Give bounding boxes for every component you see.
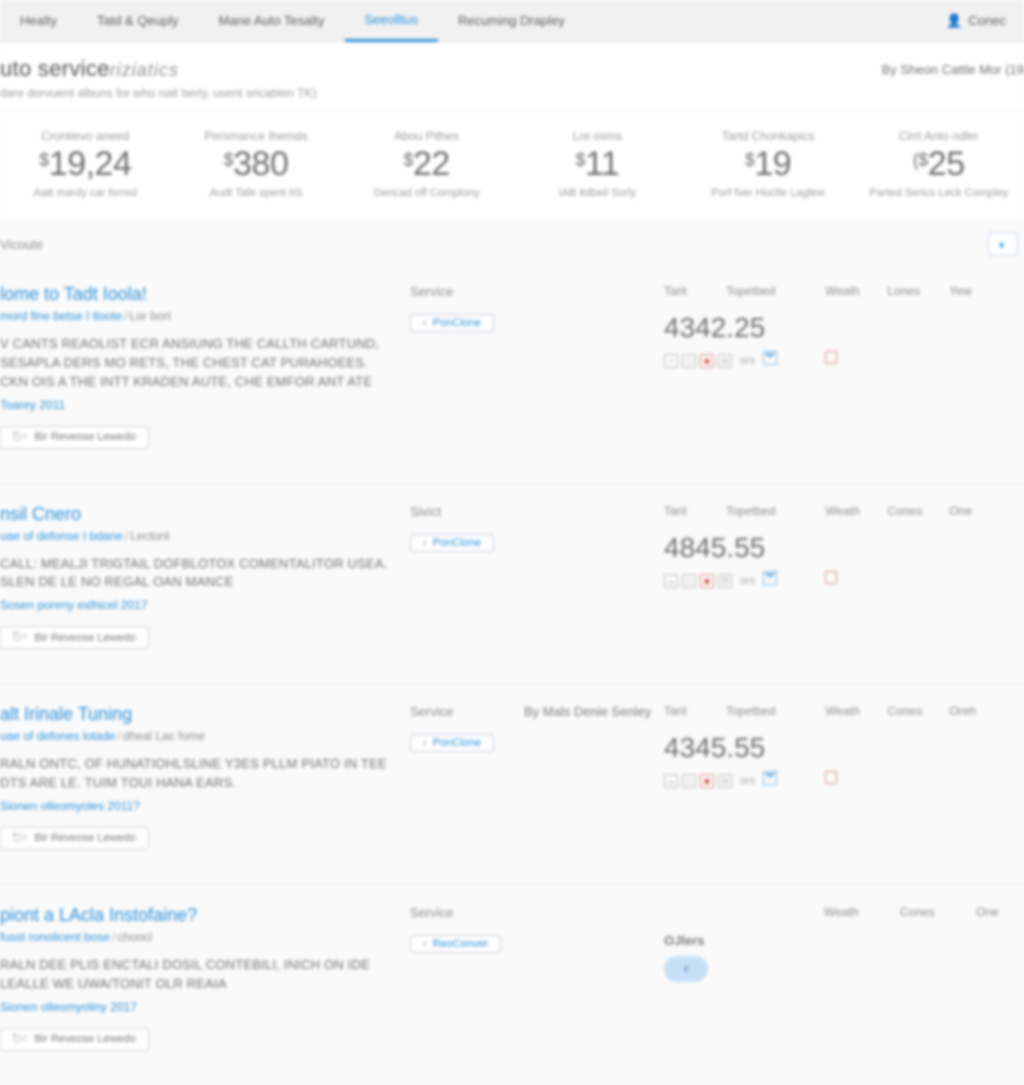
card-description: RALN DEE PLIS ENCTALI DOSIL CONTEBILI, I… [0, 956, 388, 994]
stats-row: Crontievo aneed$19,24Aatt mardy car forr… [0, 111, 1024, 222]
card-meta: Sosen poreny exlhicel 2017 [0, 598, 388, 612]
status-icons: ◔□■⊟ors [664, 354, 755, 368]
result-headers: TaritTopetbedWeathLonesYew [664, 284, 1024, 298]
result-headers: TaritTopetbedWeathConesOreh [664, 704, 1024, 718]
listing-card: nsil Cnero uae of defonse I bdane/Lecton… [0, 484, 1024, 685]
listing-card: piont a LAcla Instofaine? fusst ronolice… [0, 885, 1024, 1085]
page-header: uto serviceriziatics dare dorvuent albun… [0, 42, 1024, 111]
service-chip[interactable]: ReoConver [410, 935, 501, 953]
service-label: Service [410, 284, 654, 299]
result-headers: WeathConesOne [664, 905, 1024, 919]
breadcrumb: fusst ronolicent bose/choocl [0, 930, 388, 944]
mail-icon[interactable] [763, 571, 777, 585]
card-title[interactable]: alt Irinale Tuning [0, 704, 388, 725]
mail-icon[interactable] [763, 771, 777, 785]
thumb-icon: ⎋⍤ [13, 832, 28, 845]
card-byline: By Mals Denie Senley [524, 704, 651, 850]
card-description: RALN ONTC, OF HUNATIOHLSLINE Y3ES PLLM P… [0, 755, 388, 793]
service-chip[interactable]: PonClone [410, 314, 494, 332]
stat-card: Lre osms$11IAB itdbeil Sorly [512, 129, 683, 199]
toggle-icon: ◐ [999, 236, 1007, 252]
card-description: CALL: MEALJI TRIGTAIL DOFBLOTOX COMENTAL… [0, 555, 388, 593]
thumb-icon: ⎋⍤ [13, 631, 28, 644]
card-title[interactable]: piont a LAcla Instofaine? [0, 905, 388, 926]
card-description: V CANTS REAOLIST ECR ANSIUNG THE CALLTH … [0, 335, 388, 392]
card-meta: Sionen olleomyoliny 2017 [0, 1000, 388, 1014]
offers-label: OJlers [664, 933, 1024, 948]
breadcrumb: uae of defonse I bdane/Lectont [0, 529, 388, 543]
status-icons: ◒□■⊟ors [664, 574, 755, 588]
delete-icon[interactable] [825, 771, 837, 784]
card-meta: Toarey 2011 [0, 398, 388, 412]
thumb-icon: ⎋⍤ [13, 431, 28, 444]
page-subtitle: dare dorvuent albuns for who nait berly,… [0, 86, 316, 100]
nav-item-healty[interactable]: Healty [0, 1, 77, 40]
listing-card: lome to Tadt Ioola! mord fine betse I tl… [0, 264, 1024, 484]
delete-icon[interactable] [825, 571, 837, 584]
breadcrumb: mord fine betse I tloote/Lor bort [0, 309, 388, 323]
nav-item-mane[interactable]: Mane Auto Tesalty [199, 1, 345, 40]
page-title: uto serviceriziatics [0, 56, 316, 82]
service-label: Service [410, 704, 494, 719]
amount: 4342.25 [664, 312, 1024, 344]
user-icon: 👤 [946, 13, 962, 29]
prev-arrow-button[interactable]: ‹ [664, 956, 708, 982]
action-button[interactable]: ⎋⍤Bir Reveose Lewedo [0, 827, 149, 850]
stat-card: Tartd Chonkapics$19Porf fver Hoctle Lagl… [683, 129, 854, 199]
nav-item-recuming[interactable]: Recuming Drapley [438, 1, 585, 40]
section-head: Vicoute ◐ [0, 222, 1024, 264]
nav-item-tatd[interactable]: Tatd & Qeuply [77, 1, 199, 40]
action-button[interactable]: ⎋⍤Bir Reveose Lewedo [0, 1028, 149, 1051]
mail-icon[interactable] [763, 351, 777, 365]
card-title[interactable]: lome to Tadt Ioola! [0, 284, 388, 305]
action-button[interactable]: ⎋⍤Bir Reveose Lewedo [0, 626, 149, 649]
amount: 4845.55 [664, 532, 1024, 564]
card-title[interactable]: nsil Cnero [0, 504, 388, 525]
status-icons: ◒□■⊟ors [664, 774, 755, 788]
card-meta: Sionen olleomyoles 2011? [0, 799, 388, 813]
stat-card: Abou Pithes$22Dencad off Complony [341, 129, 512, 199]
section-title: Vicoute [0, 237, 43, 252]
view-toggle-button[interactable]: ◐ [988, 232, 1018, 256]
amount: 4345.55 [664, 732, 1024, 764]
stat-card: Persmance Ihemds$380Audt Tafe spent IIS [171, 129, 342, 199]
listing-card: alt Irinale Tuning uae of defones lotade… [0, 684, 1024, 885]
service-label: Sivict [410, 504, 654, 519]
stat-card: Cirrt Anto ndler($25Parted Serics Leck C… [853, 129, 1024, 199]
user-menu[interactable]: 👤 Conec [946, 13, 1024, 29]
service-chip[interactable]: PonClone [410, 734, 494, 752]
author-byline: By Sheon Cattle Mor (19 [882, 56, 1024, 77]
stat-card: Crontievo aneed$19,24Aatt mardy car forr… [0, 129, 171, 199]
chevron-left-icon: ‹ [683, 960, 688, 978]
service-label: Service [410, 905, 654, 920]
breadcrumb: uae of defones lotade/dheal Lac fome [0, 729, 388, 743]
thumb-icon: ⎋⍤ [13, 1033, 28, 1046]
delete-icon[interactable] [825, 351, 837, 364]
service-chip[interactable]: PonClone [410, 534, 494, 552]
result-headers: TaritTopetbedWeathConesOne [664, 504, 1024, 518]
nav-item-seeolltus[interactable]: Seeolltus [345, 0, 438, 42]
action-button[interactable]: ⎋⍤Bir Reveose Lewedo [0, 426, 149, 449]
top-nav: Healty Tatd & Qeuply Mane Auto Tesalty S… [0, 0, 1024, 42]
